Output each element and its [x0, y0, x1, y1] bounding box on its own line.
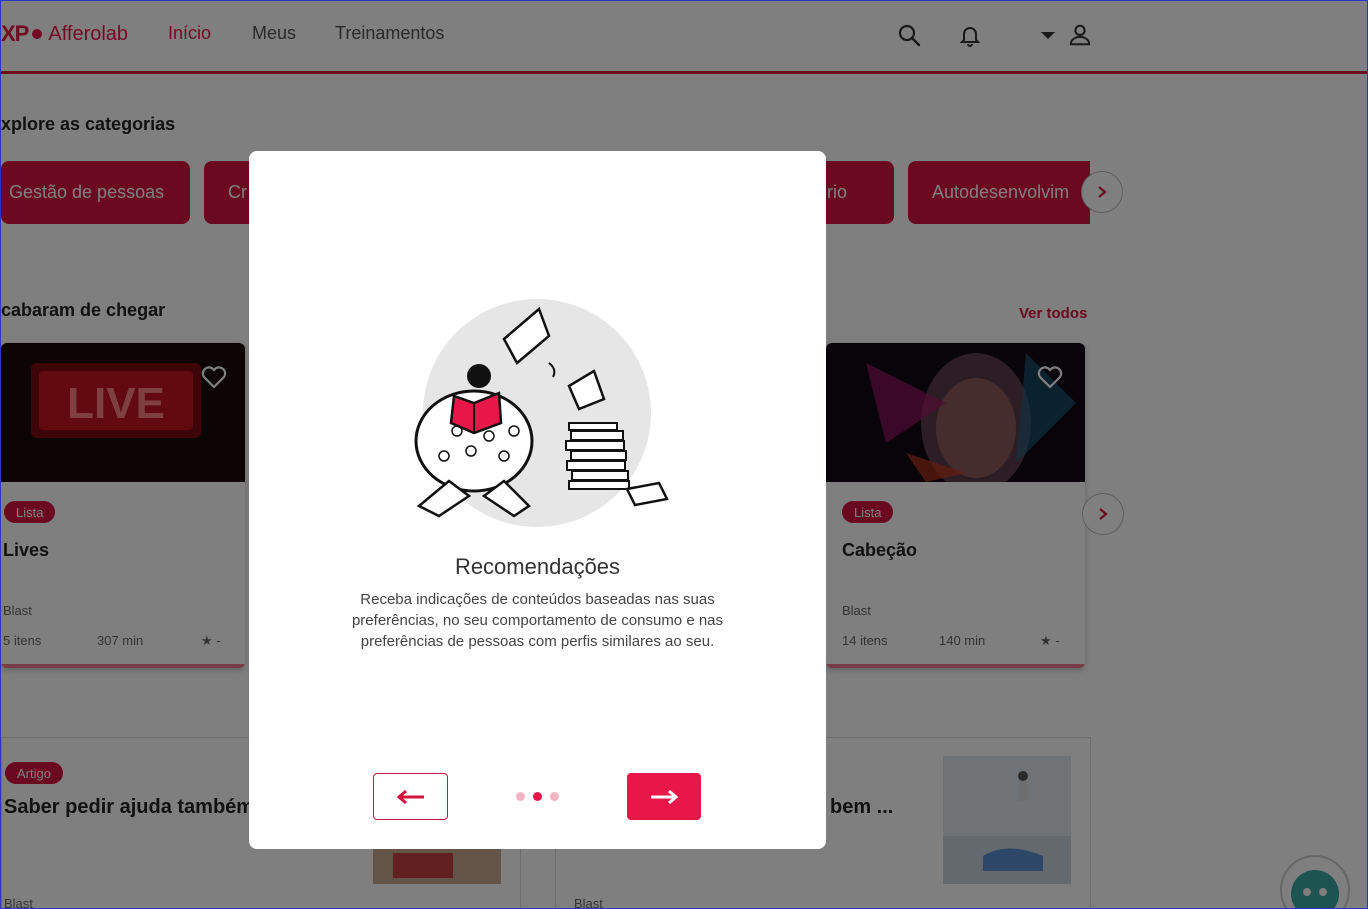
next-button[interactable] — [627, 773, 701, 820]
step-dot[interactable] — [516, 792, 525, 801]
modal-description: Receba indicações de conteúdos baseadas … — [351, 591, 724, 650]
onboarding-modal: Recomendações Receba indicações de conte… — [249, 151, 826, 849]
arrow-right-icon — [651, 789, 679, 804]
app-window: XP Afferolab Início Meus Treinamentos xp… — [0, 0, 1368, 909]
arrow-left-icon — [396, 789, 424, 804]
step-dot-active[interactable] — [533, 792, 542, 801]
step-dot[interactable] — [550, 792, 559, 801]
previous-button[interactable] — [373, 773, 448, 820]
modal-title: Recomendações — [454, 554, 621, 579]
reading-illustration — [414, 299, 669, 527]
step-indicator — [516, 792, 559, 801]
